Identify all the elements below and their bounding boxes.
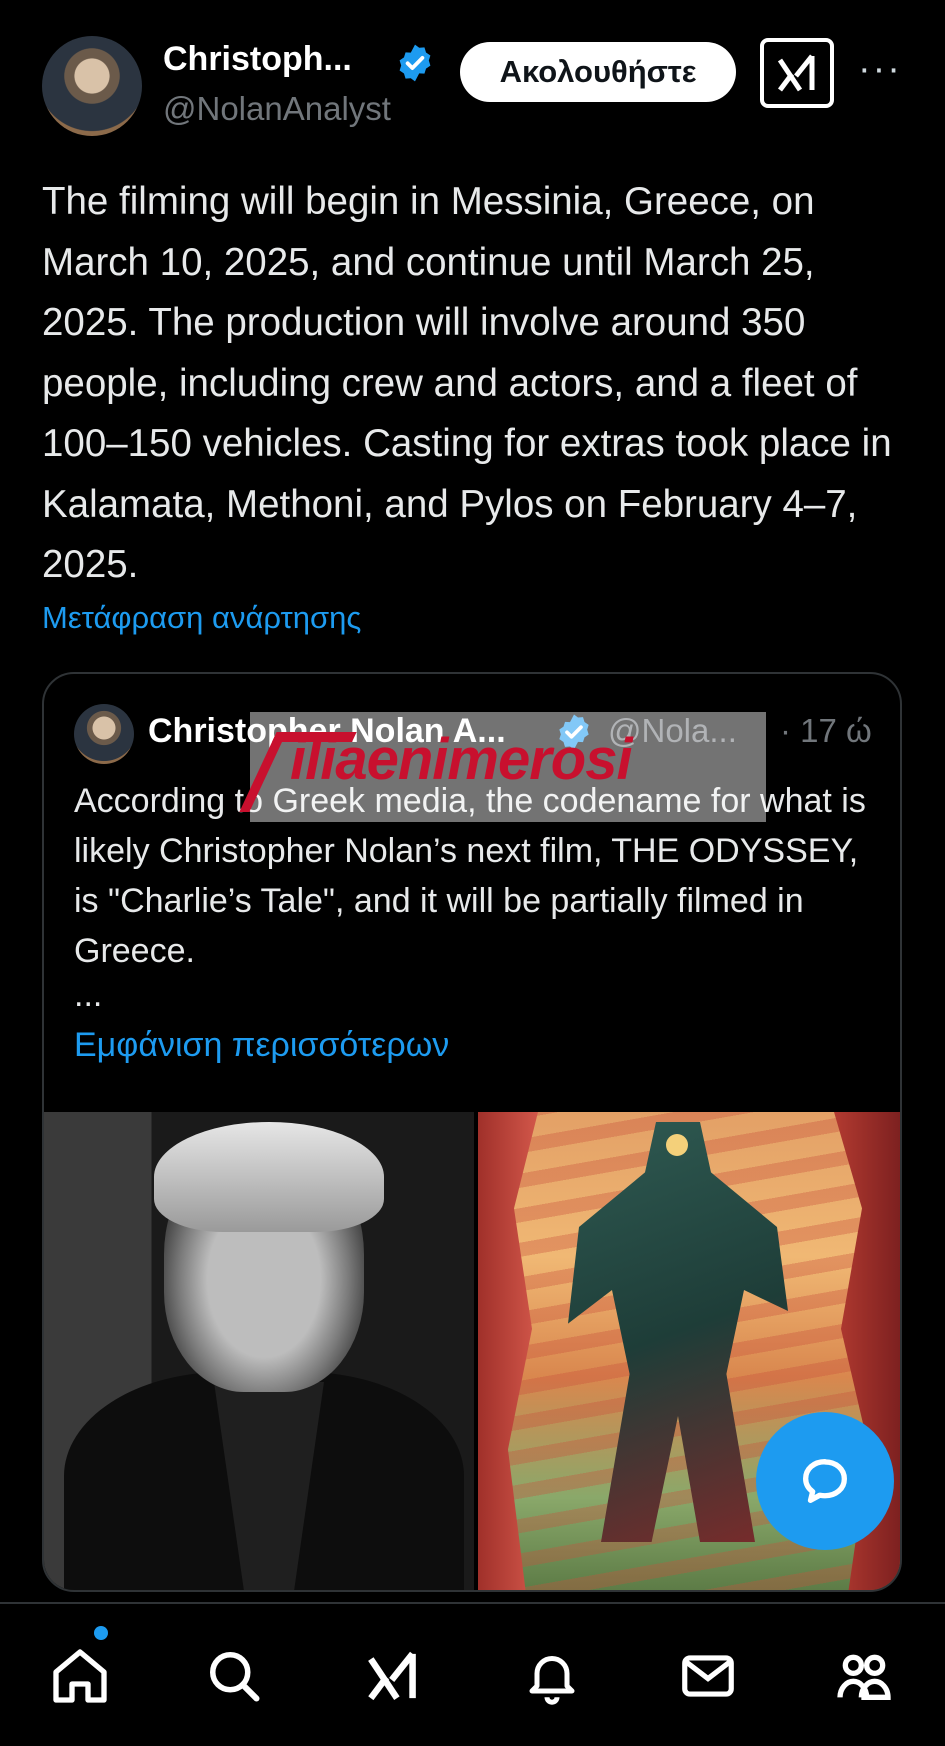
- nav-search[interactable]: [198, 1640, 270, 1712]
- search-icon: [210, 1652, 260, 1702]
- reply-fab-button[interactable]: [756, 1412, 894, 1550]
- bottom-navigation: [0, 1602, 945, 1746]
- post-text: The filming will begin in Messinia, Gree…: [42, 180, 892, 586]
- watermark-text: iliaenimerosi: [290, 727, 633, 792]
- verified-badge-icon: [399, 44, 431, 82]
- grok-icon: [368, 1651, 416, 1701]
- nav-grok[interactable]: [357, 1640, 429, 1712]
- home-notification-dot: [94, 1626, 108, 1640]
- notifications-icon: [529, 1656, 575, 1705]
- portrait-hair: [154, 1122, 384, 1232]
- nav-messages[interactable]: [672, 1640, 744, 1712]
- grok-button[interactable]: [760, 38, 834, 108]
- quoted-post-time: · 17 ώ: [780, 712, 872, 749]
- home-icon: [53, 1649, 107, 1703]
- reply-bubble-icon: [803, 1459, 847, 1503]
- nav-home[interactable]: [44, 1640, 116, 1712]
- more-options-icon[interactable]: ···: [858, 48, 902, 91]
- author-avatar[interactable]: [42, 36, 142, 136]
- follow-button[interactable]: Ακολουθήστε: [460, 42, 736, 102]
- communities-icon: [837, 1654, 891, 1700]
- post-header: Christoph... @NolanAnalyst Ακολουθήστε ·…: [0, 0, 945, 150]
- messages-icon: [682, 1655, 734, 1697]
- grok-icon: [777, 54, 815, 92]
- translate-post-link[interactable]: Μετάφραση ανάρτησης: [42, 600, 361, 636]
- nav-notifications[interactable]: [516, 1640, 588, 1712]
- author-handle[interactable]: @NolanAnalyst: [163, 90, 391, 128]
- nolan-portrait-image[interactable]: [44, 1112, 474, 1590]
- show-more-link[interactable]: Εμφάνιση περισσότερων: [74, 1026, 449, 1065]
- nav-communities[interactable]: [828, 1640, 900, 1712]
- watermark: iliaenimerosi: [239, 712, 766, 822]
- quoted-author-avatar: [74, 704, 134, 764]
- author-name[interactable]: Christoph...: [163, 40, 352, 79]
- illustration-cyclops-eye: [666, 1134, 688, 1156]
- quoted-post-ellipsis: ...: [74, 976, 103, 1014]
